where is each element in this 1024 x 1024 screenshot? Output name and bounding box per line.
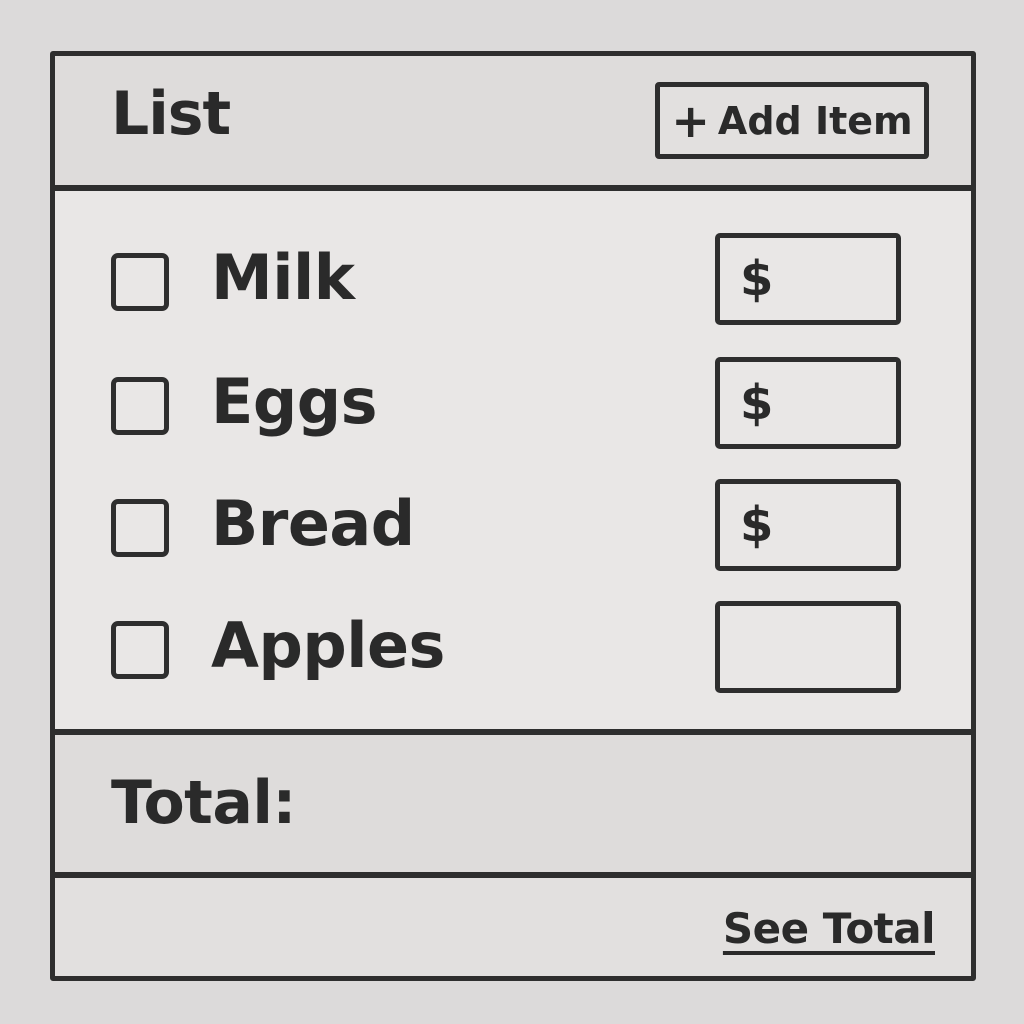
item-checkbox[interactable] <box>111 253 169 311</box>
price-input[interactable]: $ <box>715 233 901 325</box>
plus-icon: + <box>671 93 710 148</box>
add-item-button[interactable]: + Add Item <box>655 82 929 159</box>
list-item: Apples <box>55 601 971 693</box>
item-label: Eggs <box>211 365 378 438</box>
price-input[interactable]: $ <box>715 479 901 571</box>
item-list: Milk $ Eggs $ Bread $ Apples <box>55 191 971 735</box>
item-checkbox[interactable] <box>111 621 169 679</box>
list-item: Milk $ <box>55 233 971 325</box>
item-checkbox[interactable] <box>111 377 169 435</box>
see-total-link[interactable]: See Total <box>723 904 936 953</box>
list-footer: See Total <box>55 878 971 976</box>
total-bar: Total: <box>55 735 971 878</box>
item-label: Bread <box>211 487 415 560</box>
item-label: Milk <box>211 241 355 314</box>
item-label: Apples <box>211 609 445 682</box>
total-label: Total: <box>111 768 296 838</box>
list-item: Bread $ <box>55 479 971 571</box>
list-item: Eggs $ <box>55 357 971 449</box>
shopping-list-window: List + Add Item Milk $ Eggs $ Bread $ Ap… <box>50 51 976 981</box>
price-input[interactable]: $ <box>715 357 901 449</box>
item-checkbox[interactable] <box>111 499 169 557</box>
price-input[interactable] <box>715 601 901 693</box>
add-item-button-label: Add Item <box>717 98 913 143</box>
page-title: List <box>111 79 231 149</box>
list-header: List + Add Item <box>55 56 971 191</box>
